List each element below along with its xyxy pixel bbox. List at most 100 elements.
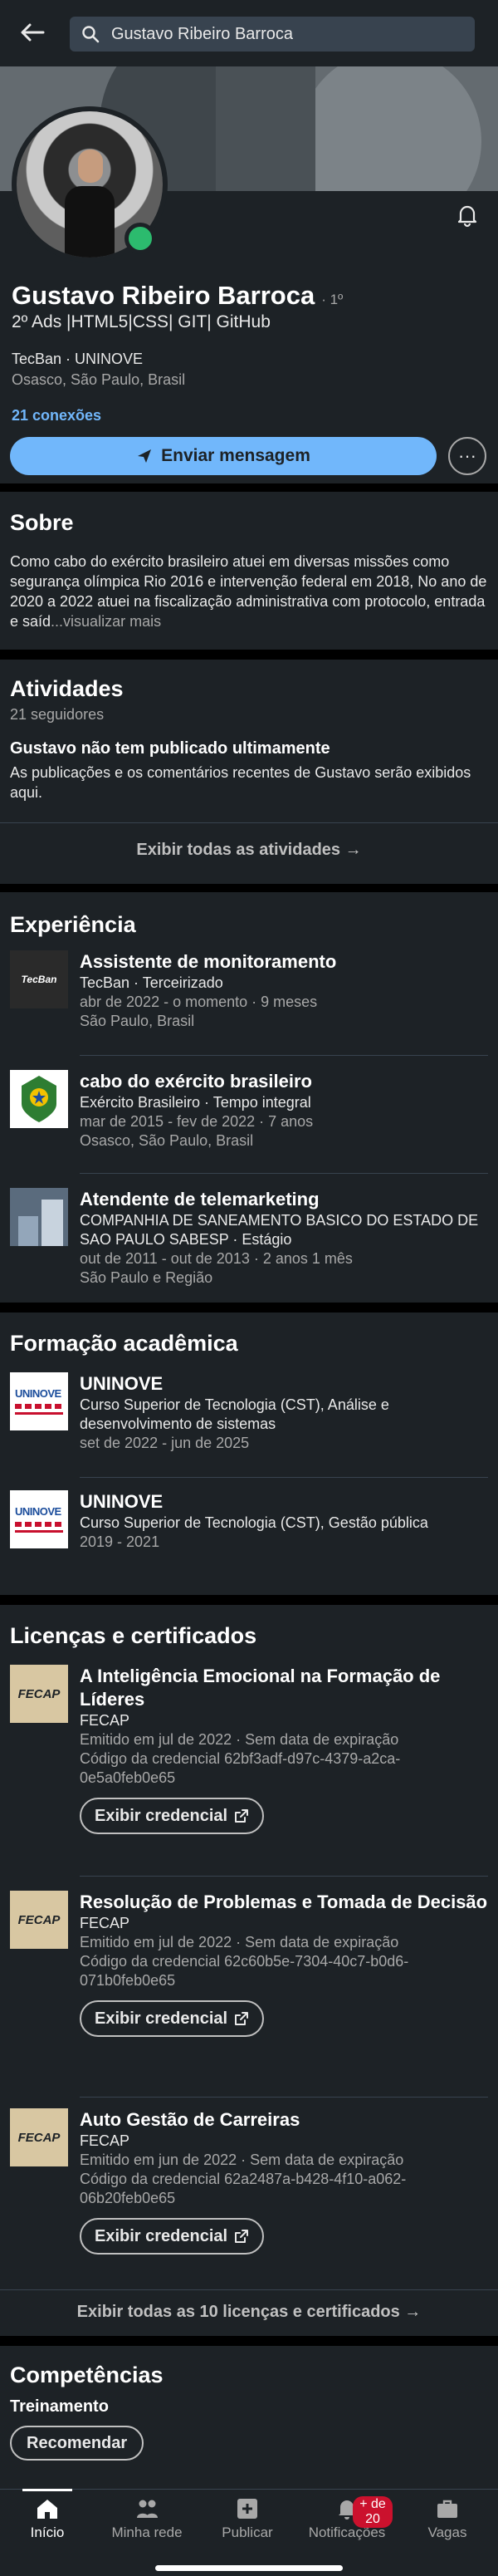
license-credential-id: Código da credencial 62c60b5e-7304-40c7-… [80, 1953, 409, 1989]
experience-title: Experiência [10, 912, 136, 937]
experience-location: São Paulo e Região [80, 1269, 213, 1286]
license-issued: Emitido em jul de 2022 · Sem data de exp… [80, 1934, 399, 1950]
fecap-logo: FECAP [10, 1665, 68, 1723]
school-name: UNINOVE [80, 1491, 164, 1512]
license-title: Auto Gestão de Carreiras [80, 2109, 300, 2130]
profile-name: Gustavo Ribeiro Barroca [12, 281, 315, 310]
education-item[interactable]: UNINOVE UNINOVE Curso Superior de Tecnol… [10, 1372, 488, 1464]
followers-count: 21 seguidores [10, 706, 105, 723]
show-all-licenses-link[interactable]: Exibir todas as 10 licenças e certificad… [0, 2303, 498, 2322]
experience-section: Experiência TecBan Assistente de monitor… [0, 892, 498, 1303]
experience-company: Exército Brasileiro · Tempo integral [80, 1094, 311, 1111]
home-icon [37, 2500, 57, 2519]
divider [0, 2289, 498, 2290]
license-title: Resolução de Problemas e Tomada de Decis… [80, 1892, 488, 1912]
education-item[interactable]: UNINOVE UNINOVE Curso Superior de Tecnol… [10, 1490, 488, 1582]
license-item[interactable]: FECAP Auto Gestão de Carreiras FECAP Emi… [10, 2108, 488, 2274]
license-issued: Emitido em jun de 2022 · Sem data de exp… [80, 2152, 404, 2168]
nav-post-label: Publicar [222, 2524, 273, 2540]
uninove-logo: UNINOVE [10, 1490, 68, 1548]
experience-item[interactable]: TecBan Assistente de monitoramento TecBa… [10, 950, 488, 1042]
show-more-link[interactable]: ...visualizar mais [51, 613, 161, 630]
send-message-button[interactable]: Enviar mensagem [10, 437, 437, 475]
skills-title: Competências [10, 2363, 164, 2387]
profile-company: TecBan · UNINOVE [12, 351, 144, 367]
people-icon [137, 2500, 158, 2518]
experience-dates: mar de 2015 - fev de 2022 · 7 anos [80, 1113, 314, 1130]
search-icon [82, 26, 100, 43]
home-indicator [155, 2565, 343, 2571]
activity-heading: Gustavo não tem publicado ultimamente [10, 739, 330, 758]
activity-description: As publicações e os comentários recentes… [10, 764, 471, 801]
licenses-title: Licenças e certificados [10, 1623, 257, 1648]
skills-section: Competências Treinamento Recomendar [0, 2346, 498, 2489]
degree-text: Curso Superior de Tecnologia (CST), Anál… [80, 1396, 389, 1432]
license-issuer: FECAP [80, 2132, 130, 2149]
show-credential-label: Exibir credencial [95, 2226, 228, 2245]
fecap-logo: FECAP [10, 1891, 68, 1949]
nav-home[interactable]: Início [2, 2489, 93, 2541]
divider [80, 2097, 488, 2098]
experience-item[interactable]: cabo do exército brasileiro Exército Bra… [10, 1070, 488, 1161]
back-arrow-icon[interactable] [18, 18, 46, 47]
divider [80, 1173, 488, 1174]
fecap-logo: FECAP [10, 2108, 68, 2166]
more-options-button[interactable]: ··· [448, 437, 486, 475]
license-credential-id: Código da credencial 62bf3adf-d97c-4379-… [80, 1750, 401, 1786]
show-all-activity-link[interactable]: Exibir todas as atividades → [0, 841, 498, 860]
education-title: Formação acadêmica [10, 1331, 238, 1356]
post-icon [237, 2499, 257, 2519]
license-issued: Emitido em jul de 2022 · Sem data de exp… [80, 1731, 399, 1748]
school-name: UNINOVE [80, 1373, 164, 1394]
experience-dates: abr de 2022 - o momento · 9 meses [80, 994, 318, 1010]
recommend-button[interactable]: Recomendar [10, 2426, 144, 2461]
connection-degree: · 1º [321, 292, 344, 307]
about-section: Sobre Como cabo do exército brasileiro a… [0, 492, 498, 650]
nav-jobs[interactable]: Vagas [402, 2496, 493, 2541]
nav-home-label: Início [30, 2524, 65, 2540]
license-issuer: FECAP [80, 1712, 130, 1729]
show-credential-button[interactable]: Exibir credencial [80, 1798, 265, 1834]
experience-company: TecBan · Terceirizado [80, 974, 223, 991]
external-link-icon [235, 2230, 249, 2243]
notifications-badge: + de 20 [353, 2496, 393, 2528]
license-item[interactable]: FECAP Resolução de Problemas e Tomada de… [10, 1891, 488, 2082]
uninove-logo: UNINOVE [10, 1372, 68, 1430]
nav-post[interactable]: Publicar [202, 2496, 293, 2541]
connections-link[interactable]: 21 conexões [12, 407, 101, 424]
show-credential-button[interactable]: Exibir credencial [80, 2218, 265, 2255]
profile-headline: 2º Ads |HTML5|CSS| GIT| GitHub [12, 312, 271, 331]
experience-title-text: Assistente de monitoramento [80, 951, 337, 972]
bell-icon[interactable] [455, 203, 480, 228]
exercito-logo [10, 1070, 68, 1128]
nav-network[interactable]: Minha rede [101, 2496, 193, 2541]
skill-name: Treinamento [10, 2397, 109, 2416]
online-status-indicator [124, 223, 156, 254]
briefcase-icon [437, 2500, 457, 2518]
license-item[interactable]: FECAP A Inteligência Emocional na Formaç… [10, 1665, 488, 1864]
show-credential-label: Exibir credencial [95, 1806, 228, 1825]
nav-notifications[interactable]: + de 20 Notificações [301, 2496, 393, 2541]
divider [80, 1876, 488, 1877]
education-dates: set de 2022 - jun de 2025 [80, 1435, 250, 1451]
experience-company: COMPANHIA DE SANEAMENTO BASICO DO ESTADO… [80, 1212, 479, 1248]
about-text[interactable]: Como cabo do exército brasileiro atuei e… [10, 552, 491, 631]
licenses-section: Licenças e certificados FECAP A Inteligê… [0, 1605, 498, 2336]
divider [80, 1477, 488, 1478]
search-input[interactable]: Gustavo Ribeiro Barroca [70, 17, 475, 52]
experience-item[interactable]: Atendente de telemarketing COMPANHIA DE … [10, 1188, 488, 1296]
external-link-icon [235, 2012, 249, 2025]
license-title: A Inteligência Emocional na Formação de … [80, 1666, 441, 1710]
activity-section: Atividades 21 seguidores Gustavo não tem… [0, 660, 498, 884]
show-credential-button[interactable]: Exibir credencial [80, 2000, 265, 2037]
top-bar: Gustavo Ribeiro Barroca [0, 0, 498, 66]
bottom-navigation: Início Minha rede Publicar + de 20 Notif… [0, 2489, 498, 2576]
search-value: Gustavo Ribeiro Barroca [111, 24, 293, 43]
external-link-icon [235, 1809, 249, 1823]
company-placeholder-logo [10, 1188, 68, 1246]
nav-network-label: Minha rede [111, 2524, 183, 2540]
nav-jobs-label: Vagas [427, 2524, 467, 2540]
education-dates: 2019 - 2021 [80, 1533, 160, 1550]
profile-location: Osasco, São Paulo, Brasil [12, 371, 186, 388]
degree-text: Curso Superior de Tecnologia (CST), Gest… [80, 1514, 428, 1531]
